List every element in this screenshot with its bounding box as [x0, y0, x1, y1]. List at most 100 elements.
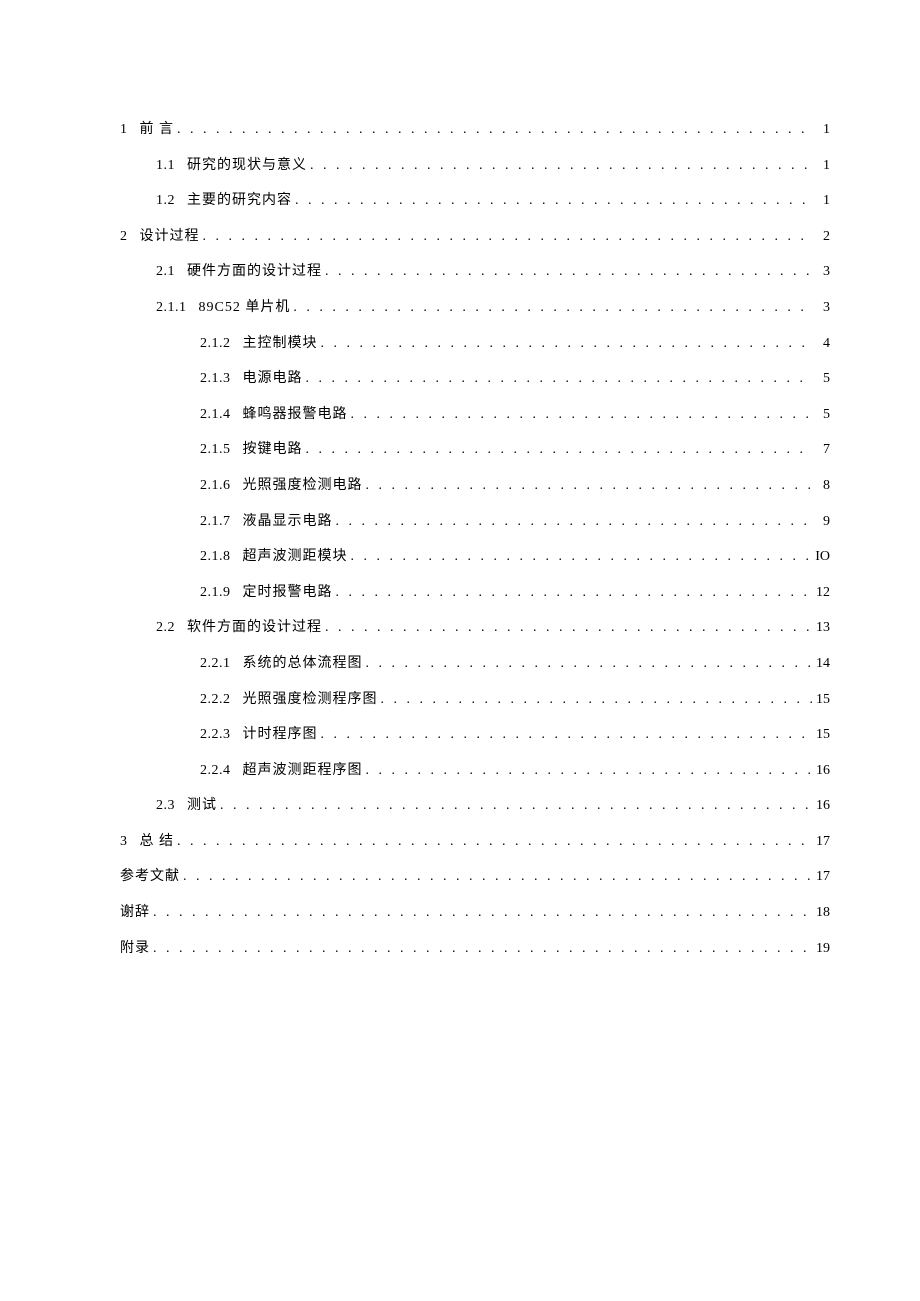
toc-title: 定时报警电路	[243, 583, 333, 603]
toc-leader	[290, 298, 812, 318]
toc-title: 89C52 单片机	[199, 298, 291, 318]
toc-page: 4	[812, 334, 830, 354]
toc-entry: 参考文献 17	[120, 867, 830, 887]
toc-leader	[307, 156, 812, 176]
toc-page: 12	[812, 583, 830, 603]
toc-number: 2.1.6	[200, 476, 231, 496]
toc-title: 主控制模块	[243, 334, 318, 354]
toc-page: 1	[812, 120, 830, 140]
toc-page: 5	[812, 405, 830, 425]
toc-entry: 2.1.1 89C52 单片机 3	[120, 298, 830, 318]
toc-number: 1.2	[156, 191, 175, 211]
toc-leader	[150, 939, 812, 959]
toc-title: 硬件方面的设计过程	[187, 262, 322, 282]
toc-leader	[333, 512, 813, 532]
toc-leader	[318, 725, 813, 745]
toc-leader	[174, 120, 812, 140]
toc-title: 系统的总体流程图	[243, 654, 363, 674]
toc-page: 19	[812, 939, 830, 959]
toc-number: 2.1.4	[200, 405, 231, 425]
toc-title: 电源电路	[243, 369, 303, 389]
toc-title: 前 言	[140, 120, 175, 140]
toc-number: 2.1.3	[200, 369, 231, 389]
toc-title: 按键电路	[243, 440, 303, 460]
toc-page: 17	[812, 832, 830, 852]
toc-title: 计时程序图	[243, 725, 318, 745]
toc-number: 2.3	[156, 796, 175, 816]
toc-leader	[200, 227, 813, 247]
toc-number: 2.1.7	[200, 512, 231, 532]
toc-number: 2.2.4	[200, 761, 231, 781]
toc-leader	[363, 476, 813, 496]
toc-title: 光照强度检测程序图	[243, 690, 378, 710]
toc-page: 2	[812, 227, 830, 247]
toc-page: 5	[812, 369, 830, 389]
toc-number: 3	[120, 832, 128, 852]
toc-leader	[303, 369, 813, 389]
toc-leader	[333, 583, 813, 603]
toc-entry: 2.2.3 计时程序图 15	[120, 725, 830, 745]
toc-leader	[363, 761, 813, 781]
toc-title: 参考文献	[120, 867, 180, 887]
toc-number: 2.1.5	[200, 440, 231, 460]
toc-leader	[217, 796, 812, 816]
toc-page: 8	[812, 476, 830, 496]
toc-leader	[180, 867, 812, 887]
toc-entry: 1.2 主要的研究内容 1	[120, 191, 830, 211]
toc-leader	[150, 903, 812, 923]
toc-number: 2.1	[156, 262, 175, 282]
toc-title: 附录	[120, 939, 150, 959]
toc-entry: 2.2.2 光照强度检测程序图 15	[120, 690, 830, 710]
toc-leader	[174, 832, 812, 852]
toc-number: 2.2.2	[200, 690, 231, 710]
toc-leader	[348, 547, 813, 567]
table-of-contents: 1 前 言 1 1.1 研究的现状与意义 1 1.2 主要的研究内容 1 2 设…	[120, 120, 830, 958]
toc-entry: 2 设计过程 2	[120, 227, 830, 247]
toc-entry: 2.2 软件方面的设计过程 13	[120, 618, 830, 638]
toc-page: 15	[812, 725, 830, 745]
toc-leader	[303, 440, 813, 460]
toc-page: 1	[812, 156, 830, 176]
toc-number: 2	[120, 227, 128, 247]
toc-page: 15	[812, 690, 830, 710]
toc-title: 测试	[187, 796, 217, 816]
toc-leader	[378, 690, 813, 710]
toc-leader	[292, 191, 812, 211]
toc-leader	[348, 405, 813, 425]
toc-page: 3	[812, 262, 830, 282]
toc-entry: 1.1 研究的现状与意义 1	[120, 156, 830, 176]
toc-entry: 2.2.1 系统的总体流程图 14	[120, 654, 830, 674]
toc-title: 液晶显示电路	[243, 512, 333, 532]
toc-title: 谢辞	[120, 903, 150, 923]
toc-entry: 2.3 测试 16	[120, 796, 830, 816]
toc-number: 2.2.1	[200, 654, 231, 674]
toc-number: 2.1.8	[200, 547, 231, 567]
toc-page: 7	[812, 440, 830, 460]
toc-number: 1.1	[156, 156, 175, 176]
toc-page: 16	[812, 761, 830, 781]
toc-title: 软件方面的设计过程	[187, 618, 322, 638]
toc-entry: 谢辞 18	[120, 903, 830, 923]
toc-entry: 2.1.7 液晶显示电路 9	[120, 512, 830, 532]
toc-number: 2.2	[156, 618, 175, 638]
toc-title: 设计过程	[140, 227, 200, 247]
toc-entry: 2.1 硬件方面的设计过程 3	[120, 262, 830, 282]
toc-page: 1	[812, 191, 830, 211]
toc-entry: 2.1.3 电源电路 5	[120, 369, 830, 389]
toc-leader	[322, 262, 812, 282]
toc-title: 光照强度检测电路	[243, 476, 363, 496]
toc-entry: 2.1.5 按键电路 7	[120, 440, 830, 460]
toc-entry: 2.1.9 定时报警电路 12	[120, 583, 830, 603]
toc-title: 蜂鸣器报警电路	[243, 405, 348, 425]
toc-page: 3	[812, 298, 830, 318]
toc-title: 超声波测距程序图	[243, 761, 363, 781]
toc-number: 2.1.1	[156, 298, 187, 318]
toc-number: 2.1.9	[200, 583, 231, 603]
toc-entry: 1 前 言 1	[120, 120, 830, 140]
toc-leader	[318, 334, 813, 354]
toc-entry: 3 总 结 17	[120, 832, 830, 852]
toc-page: 16	[812, 796, 830, 816]
toc-title: 超声波测距模块	[243, 547, 348, 567]
toc-entry: 2.1.2 主控制模块 4	[120, 334, 830, 354]
toc-title: 主要的研究内容	[187, 191, 292, 211]
